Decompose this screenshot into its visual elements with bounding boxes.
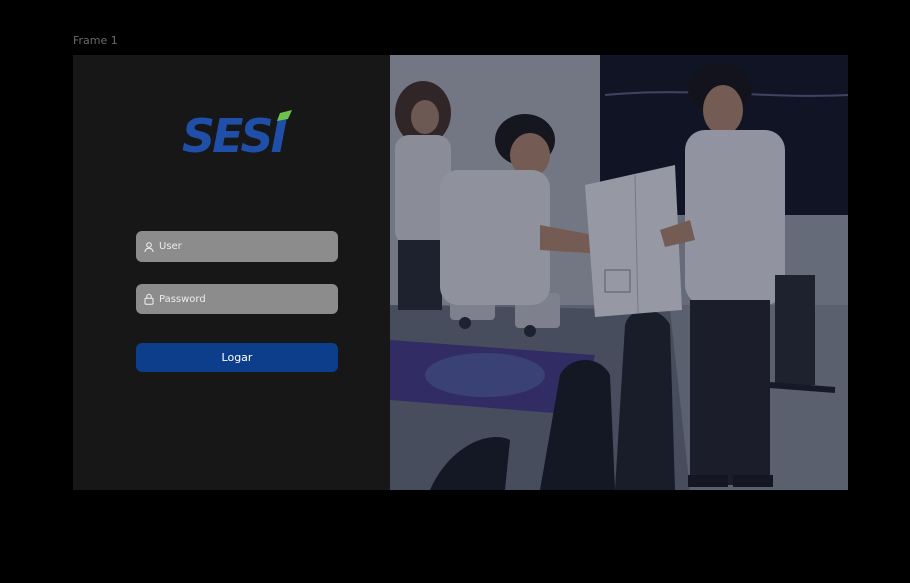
lock-icon bbox=[144, 293, 154, 305]
password-field[interactable] bbox=[136, 284, 338, 314]
frame-label: Frame 1 bbox=[73, 34, 118, 47]
canvas: Frame 1 SESI Logar bbox=[0, 0, 910, 583]
password-input[interactable] bbox=[159, 293, 329, 305]
user-field[interactable] bbox=[136, 231, 338, 262]
login-panel: SESI Logar bbox=[73, 55, 390, 490]
user-icon bbox=[144, 241, 154, 252]
login-frame: SESI Logar bbox=[73, 55, 848, 490]
hero-photo bbox=[390, 55, 848, 490]
svg-text:SESI: SESI bbox=[182, 110, 288, 156]
photo-overlay bbox=[390, 55, 848, 490]
user-input[interactable] bbox=[159, 241, 329, 252]
login-button[interactable]: Logar bbox=[136, 343, 338, 372]
sesi-logo: SESI bbox=[182, 110, 292, 156]
